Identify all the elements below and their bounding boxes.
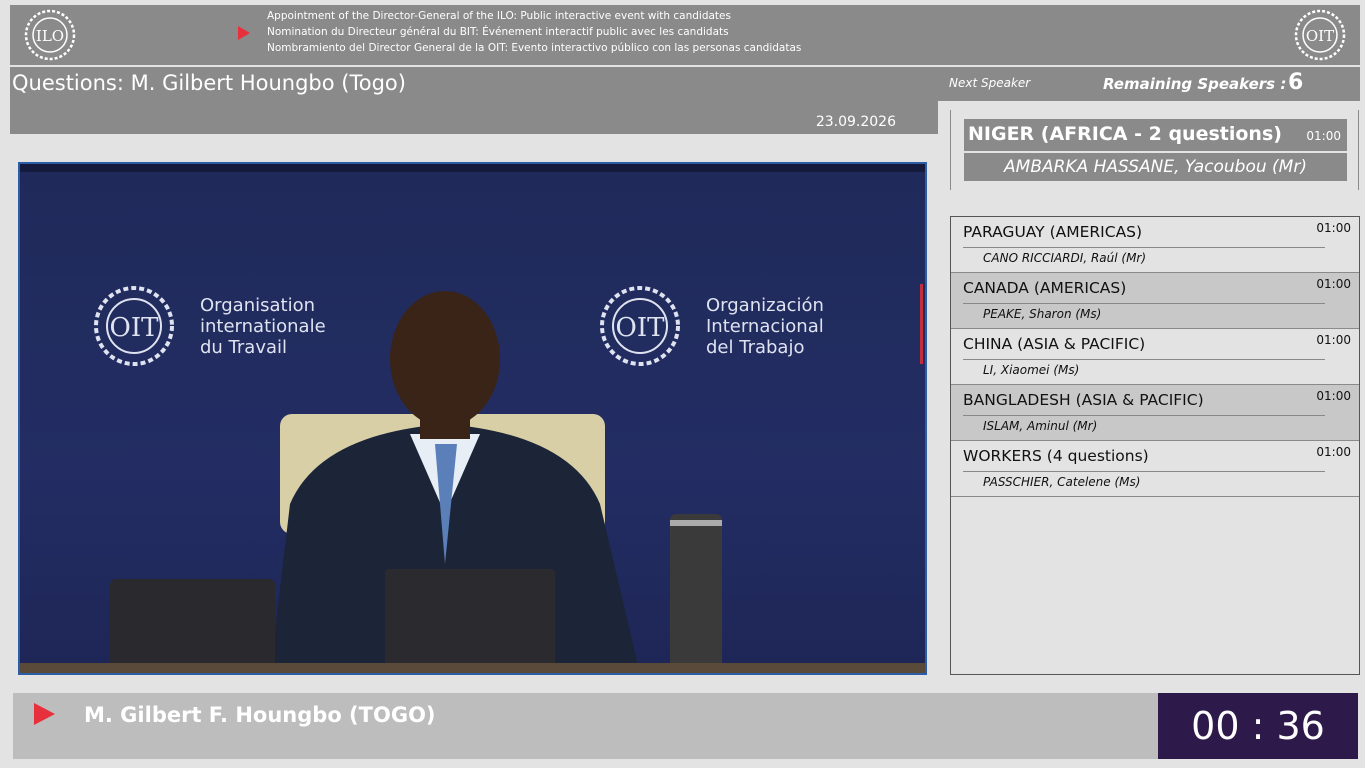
event-title-en: Appointment of the Director-General of t… (267, 10, 731, 22)
speaker-row: CHINA (ASIA & PACIFIC) 01:00 LI, Xiaomei… (951, 329, 1359, 385)
speaker-person: ISLAM, Aminul (Mr) (983, 419, 1098, 433)
ilo-logo-icon: ILO (24, 9, 76, 61)
svg-text:OIT: OIT (1306, 27, 1334, 45)
speaker-time: 01:00 (1316, 221, 1351, 235)
svg-text:ILO: ILO (36, 27, 64, 45)
speaker-row: CANADA (AMERICAS) 01:00 PEAKE, Sharon (M… (951, 273, 1359, 329)
row-divider (963, 247, 1325, 248)
speaker-figure (110, 291, 722, 673)
video-feed: OIT Organisation internationale du Trava… (18, 162, 927, 675)
speaker-country: CHINA (ASIA & PACIFIC) (963, 335, 1146, 353)
title-bar: Questions: M. Gilbert Houngbo (Togo) Nex… (10, 67, 1360, 101)
speaker-country: CANADA (AMERICAS) (963, 279, 1127, 297)
speaker-time: 01:00 (1316, 389, 1351, 403)
desk (20, 663, 925, 673)
session-title: Questions: M. Gilbert Houngbo (Togo) (12, 71, 406, 95)
event-title-es: Nombramiento del Director General de la … (267, 42, 802, 54)
next-speaker-panel: NIGER (AFRICA - 2 questions) 01:00 AMBAR… (950, 110, 1359, 190)
speaker-country: WORKERS (4 questions) (963, 447, 1149, 465)
speaking-timer: 00 : 36 (1158, 693, 1358, 759)
next-speaker-name: AMBARKA HASSANE, Yacoubou (Mr) (964, 153, 1347, 181)
speaker-queue: PARAGUAY (AMERICAS) 01:00 CANO RICCIARDI… (950, 216, 1360, 675)
speaker-country: PARAGUAY (AMERICAS) (963, 223, 1143, 241)
speaker-person: PEAKE, Sharon (Ms) (983, 307, 1102, 321)
next-speaker-country: NIGER (AFRICA - 2 questions) (968, 123, 1282, 145)
oit-logo-icon: OIT (1294, 9, 1346, 61)
speaker-country: BANGLADESH (ASIA & PACIFIC) (963, 391, 1204, 409)
date-bar: 23.09.2026 (10, 101, 938, 134)
row-divider (963, 303, 1325, 304)
current-speaker-bar: M. Gilbert F. Houngbo (TOGO) 00 : 36 (13, 693, 1358, 759)
current-speaker-name: M. Gilbert F. Houngbo (TOGO) (84, 703, 436, 727)
row-divider (963, 359, 1325, 360)
next-speaker-label: Next Speaker (949, 76, 1031, 90)
next-speaker-country-box: NIGER (AFRICA - 2 questions) 01:00 (964, 119, 1347, 151)
remaining-speakers-count: 6 (1288, 70, 1304, 95)
event-title-fr: Nomination du Directeur général du BIT: … (267, 26, 729, 38)
event-date: 23.09.2026 (815, 114, 896, 130)
speaker-time: 01:00 (1316, 445, 1351, 459)
row-divider (963, 471, 1325, 472)
remaining-speakers-label: Remaining Speakers : (1103, 75, 1287, 93)
video-top-band (20, 164, 925, 172)
speaker-person: PASSCHIER, Catelene (Ms) (983, 475, 1141, 489)
speaker-row: PARAGUAY (AMERICAS) 01:00 CANO RICCIARDI… (951, 217, 1359, 273)
speaker-person: CANO RICCIARDI, Raúl (Mr) (983, 251, 1147, 265)
speaker-person: LI, Xiaomei (Ms) (983, 363, 1080, 377)
event-header: ILO Appointment of the Director-General … (10, 5, 1360, 65)
play-arrow-icon (238, 26, 250, 40)
row-divider (963, 415, 1325, 416)
speaker-time: 01:00 (1316, 277, 1351, 291)
speaker-row: WORKERS (4 questions) 01:00 PASSCHIER, C… (951, 441, 1359, 497)
event-titles: Appointment of the Director-General of t… (267, 8, 801, 56)
next-speaker-time: 01:00 (1306, 129, 1341, 143)
play-arrow-icon (34, 703, 55, 725)
video-red-accent (920, 284, 923, 364)
speaker-row: BANGLADESH (ASIA & PACIFIC) 01:00 ISLAM,… (951, 385, 1359, 441)
speaker-time: 01:00 (1316, 333, 1351, 347)
